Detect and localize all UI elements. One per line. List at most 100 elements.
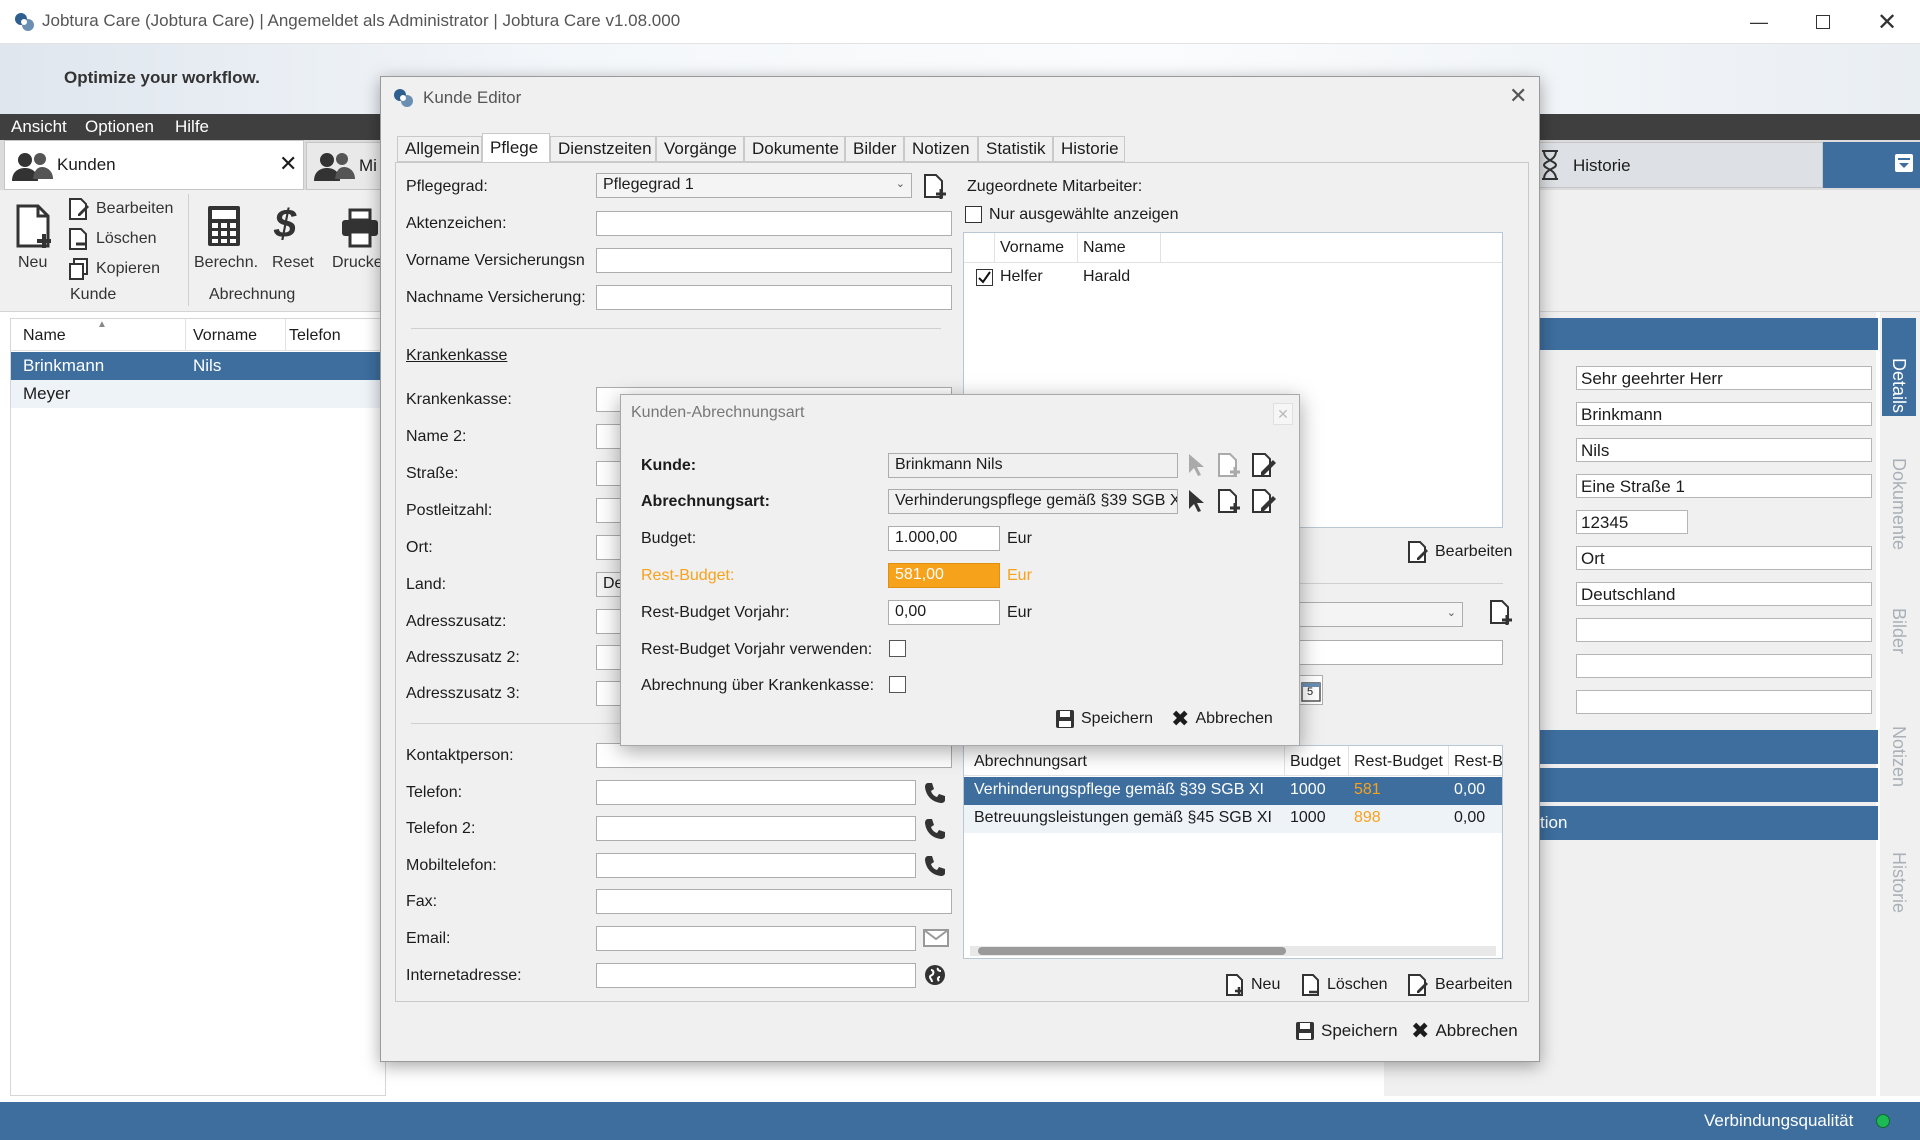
abbrechen-button[interactable]: ✖ Abbrechen (1411, 1020, 1518, 1042)
col-vorname[interactable]: Vorname (193, 327, 257, 345)
new-pflegegrad-icon[interactable] (923, 173, 949, 201)
internetadresse-field[interactable] (596, 963, 916, 988)
reset-button[interactable]: $ Reset (268, 202, 314, 274)
dialog-speichern-button[interactable]: Speichern (1055, 709, 1153, 729)
tab-historie[interactable]: Historie (1053, 136, 1125, 162)
table-row[interactable]: Betreuungsleistungen gemäß §45 SGB XI 10… (964, 805, 1502, 833)
mobiltelefon-field[interactable] (596, 853, 916, 878)
bearbeiten-billing-button[interactable]: Bearbeiten (1407, 973, 1512, 997)
loeschen-button[interactable]: Löschen (68, 228, 157, 250)
phone-icon[interactable] (923, 817, 947, 841)
col-name[interactable]: Name (1083, 239, 1126, 257)
loeschen-billing-button[interactable]: Löschen (1301, 973, 1388, 997)
tab-allgemein[interactable]: Allgemein (397, 136, 482, 162)
details-field[interactable] (1576, 690, 1872, 714)
telefon-field[interactable] (596, 780, 916, 805)
dropdown-menu-icon[interactable] (1895, 154, 1913, 172)
envelope-icon[interactable] (923, 928, 949, 948)
col-rest-budget[interactable]: Rest-Budget (1354, 753, 1443, 771)
aktenzeichen-field[interactable] (596, 211, 952, 236)
tab-vorgaenge[interactable]: Vorgänge (656, 136, 744, 162)
menu-ansicht[interactable]: Ansicht (11, 117, 67, 137)
calendar-button[interactable]: 5 (1297, 675, 1323, 705)
country-field[interactable]: Deutschland (1576, 582, 1872, 606)
details-field[interactable] (1576, 654, 1872, 678)
maximize-button[interactable] (1790, 0, 1856, 44)
tab-mitarbeiter[interactable]: Mi (306, 142, 382, 190)
table-row[interactable]: Verhinderungspflege gemäß §39 SGB XI 100… (964, 777, 1502, 805)
berechn-button[interactable]: Berechn. (192, 204, 258, 274)
table-row[interactable]: Brinkmann Nils (11, 352, 387, 380)
side-tab-bilder[interactable]: Bilder (1888, 608, 1909, 654)
tab-historie[interactable]: Historie (1538, 142, 1823, 188)
tab-kunden[interactable]: Kunden ✕ (4, 140, 304, 190)
krankenkasse-billing-checkbox[interactable] (889, 676, 906, 693)
globe-icon[interactable] (923, 963, 947, 987)
budget-field[interactable]: 1.000,00 (888, 526, 1000, 551)
vorname-versicherung-field[interactable] (596, 248, 952, 273)
tab-dokumente[interactable]: Dokumente (744, 136, 845, 162)
dialog-abbrechen-button[interactable]: ✖ Abbrechen (1171, 708, 1273, 730)
edit-document-icon[interactable] (1251, 488, 1277, 514)
kopieren-button[interactable]: Kopieren (68, 258, 160, 280)
fax-field[interactable] (596, 889, 952, 914)
side-tab-historie[interactable]: Historie (1888, 852, 1909, 913)
kontaktperson-field[interactable] (596, 743, 952, 768)
close-dialog-icon[interactable]: ✕ (1273, 403, 1293, 425)
col-abrechnungsart[interactable]: Abrechnungsart (974, 753, 1087, 771)
drucken-button[interactable]: Drucke (326, 204, 383, 274)
street-field[interactable]: Eine Straße 1 (1576, 474, 1872, 498)
email-field[interactable] (596, 926, 916, 951)
new-abrechnungsart-icon[interactable] (1489, 599, 1515, 627)
city-field[interactable]: Ort (1576, 546, 1872, 570)
nachname-versicherung-field[interactable] (596, 285, 952, 310)
speichern-button[interactable]: Speichern (1295, 1021, 1398, 1041)
tab-dienstzeiten[interactable]: Dienstzeiten (550, 136, 656, 162)
menu-hilfe[interactable]: Hilfe (175, 117, 209, 137)
bearbeiten-button[interactable]: Bearbeiten (68, 198, 173, 220)
phone-icon[interactable] (923, 781, 947, 805)
dialog-title: Kunden-Abrechnungsart (631, 404, 805, 421)
lastname-field[interactable]: Brinkmann (1576, 402, 1872, 426)
side-tab-dokumente[interactable]: Dokumente (1888, 458, 1909, 550)
tab-notizen[interactable]: Notizen (904, 136, 978, 162)
use-vorjahr-checkbox[interactable] (889, 640, 906, 657)
horizontal-scrollbar[interactable] (970, 946, 1496, 956)
telefon2-field[interactable] (596, 816, 916, 841)
nur-ausgewaehlte-checkbox[interactable] (965, 206, 982, 223)
col-telefon[interactable]: Telefon (289, 327, 341, 345)
tab-bilder[interactable]: Bilder (845, 136, 904, 162)
col-budget[interactable]: Budget (1290, 753, 1341, 771)
phone-icon[interactable] (923, 854, 947, 878)
neu-billing-button[interactable]: Neu (1225, 973, 1280, 997)
neu-button[interactable]: Neu (10, 204, 60, 274)
table-row[interactable]: Helfer Harald (964, 264, 1502, 292)
new-document-icon[interactable] (1217, 488, 1243, 514)
firstname-field[interactable]: Nils (1576, 438, 1872, 462)
edit-document-icon[interactable] (1251, 452, 1277, 478)
col-rest-budget-vorjahr[interactable]: Rest-Bu (1454, 753, 1502, 771)
minimize-button[interactable]: — (1726, 0, 1792, 44)
salutation-field[interactable]: Sehr geehrter Herr (1576, 366, 1872, 390)
table-row[interactable]: Meyer (11, 380, 387, 408)
close-editor-icon[interactable]: ✕ (1509, 83, 1527, 109)
close-tab-icon[interactable]: ✕ (279, 151, 297, 177)
scrollbar-thumb[interactable] (978, 947, 1286, 955)
col-vorname[interactable]: Vorname (1000, 239, 1064, 257)
staff-checkbox[interactable] (976, 269, 993, 286)
dollar-icon: $ (274, 202, 297, 246)
bearbeiten-staff-button[interactable]: Bearbeiten (1407, 540, 1512, 564)
close-window-button[interactable]: ✕ (1854, 0, 1920, 44)
side-tab-details[interactable]: Details (1882, 318, 1916, 416)
details-field[interactable] (1576, 618, 1872, 642)
side-tab-notizen[interactable]: Notizen (1888, 726, 1909, 787)
rest-budget-field[interactable]: 581,00 (888, 563, 1000, 588)
menu-optionen[interactable]: Optionen (85, 117, 154, 137)
zip-field[interactable]: 12345 (1576, 510, 1688, 534)
tab-statistik[interactable]: Statistik (978, 136, 1053, 162)
rest-budget-vorjahr-field[interactable]: 0,00 (888, 600, 1000, 625)
select-cursor-icon[interactable] (1187, 489, 1205, 513)
tab-pflege[interactable]: Pflege (482, 133, 550, 163)
col-name[interactable]: Name (23, 327, 66, 345)
pflegegrad-select[interactable]: Pflegegrad 1 ⌄ (596, 173, 912, 198)
